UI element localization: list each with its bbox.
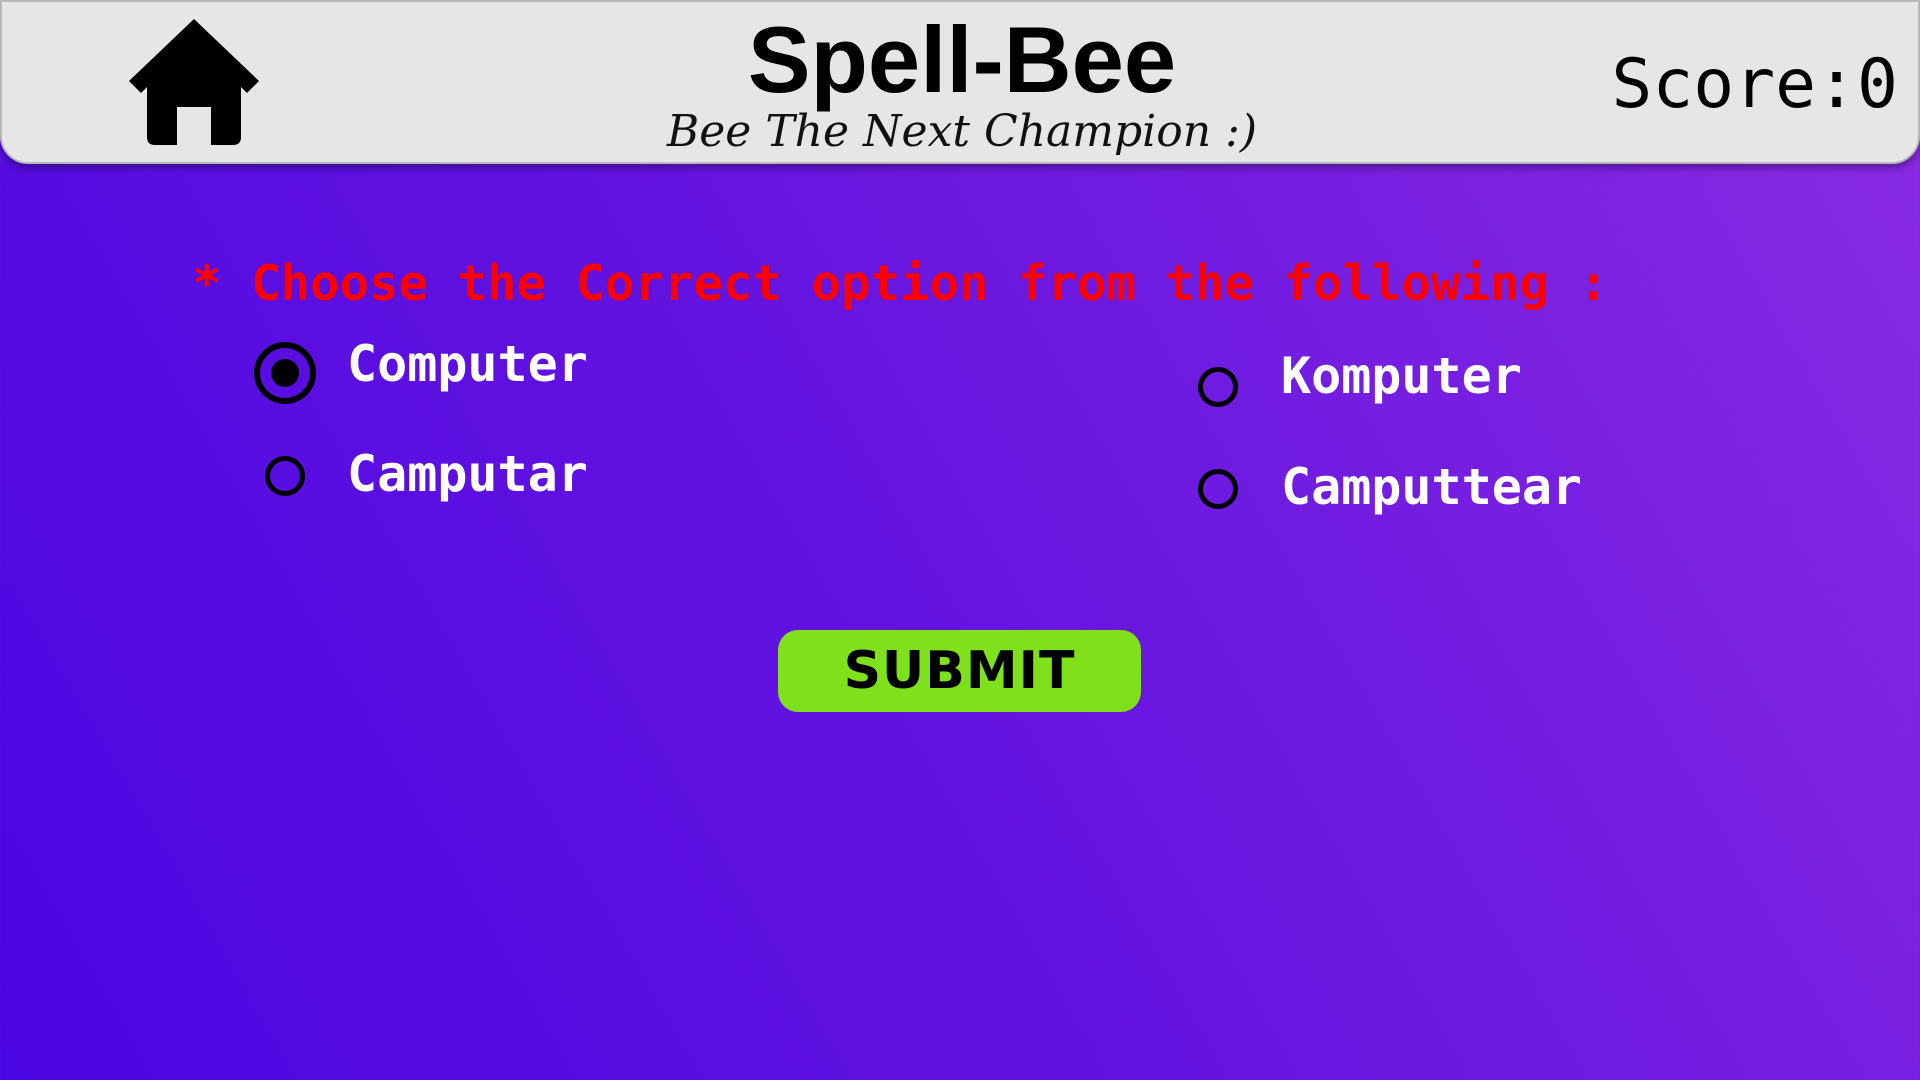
score-display: Score:0 <box>1611 45 1898 124</box>
radio-unselected-icon[interactable] <box>265 456 305 496</box>
option-label[interactable]: Camputtear <box>1281 457 1582 517</box>
question-prompt: * Choose the Correct option from the fol… <box>192 255 1609 312</box>
radio-selected-icon[interactable] <box>254 342 316 404</box>
option-label[interactable]: Komputer <box>1281 346 1522 406</box>
option-label[interactable]: Camputar <box>347 444 588 504</box>
submit-button[interactable]: SUBMIT <box>778 630 1141 712</box>
header-bar: Spell-Bee Bee The Next Champion :) Score… <box>0 0 1920 164</box>
radio-unselected-icon[interactable] <box>1198 367 1238 407</box>
radio-unselected-icon[interactable] <box>1198 469 1238 509</box>
radio-dot <box>271 359 299 387</box>
option-label[interactable]: Computer <box>347 334 588 394</box>
